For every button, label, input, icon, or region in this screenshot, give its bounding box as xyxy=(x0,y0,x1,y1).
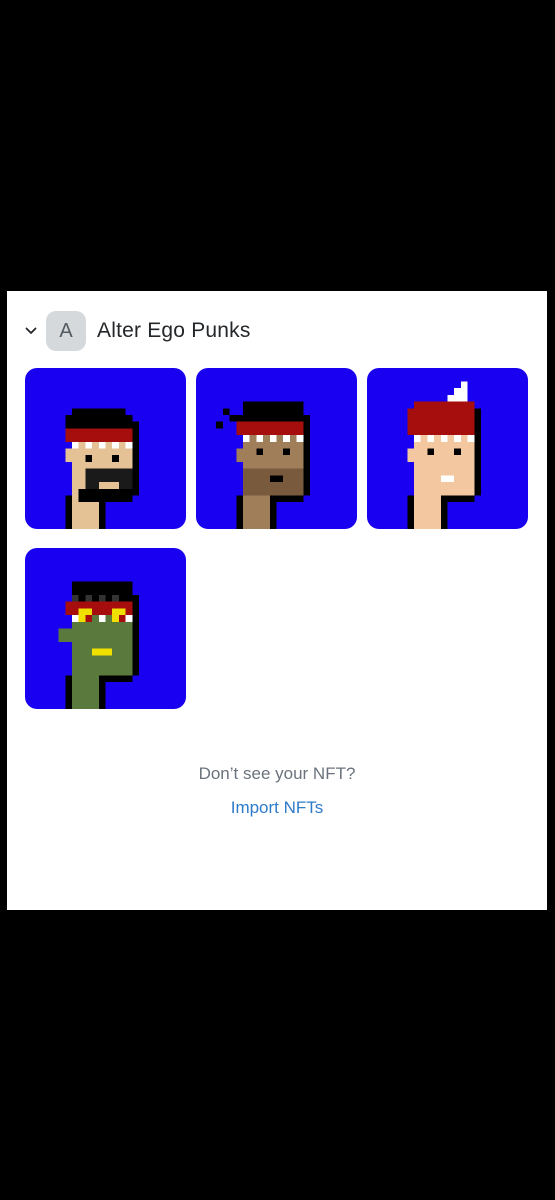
nft-tile[interactable] xyxy=(367,368,528,529)
missing-nft-message: Don’t see your NFT? xyxy=(198,764,356,783)
chevron-down-icon[interactable] xyxy=(24,324,38,338)
collection-avatar: A xyxy=(46,311,86,351)
nft-panel: A Alter Ego Punks Don’t see your NFT? Im… xyxy=(7,291,547,910)
nft-tile[interactable] xyxy=(196,368,357,529)
nft-image xyxy=(25,548,186,709)
nft-image xyxy=(196,368,357,529)
collection-header[interactable]: A Alter Ego Punks xyxy=(7,311,547,351)
import-nfts-link[interactable]: Import NFTs xyxy=(7,798,547,818)
nft-image xyxy=(25,368,186,529)
nft-tile[interactable] xyxy=(25,548,186,709)
nft-image xyxy=(367,368,528,529)
collection-name: Alter Ego Punks xyxy=(97,319,251,342)
nft-grid xyxy=(25,368,529,709)
nft-tile[interactable] xyxy=(25,368,186,529)
